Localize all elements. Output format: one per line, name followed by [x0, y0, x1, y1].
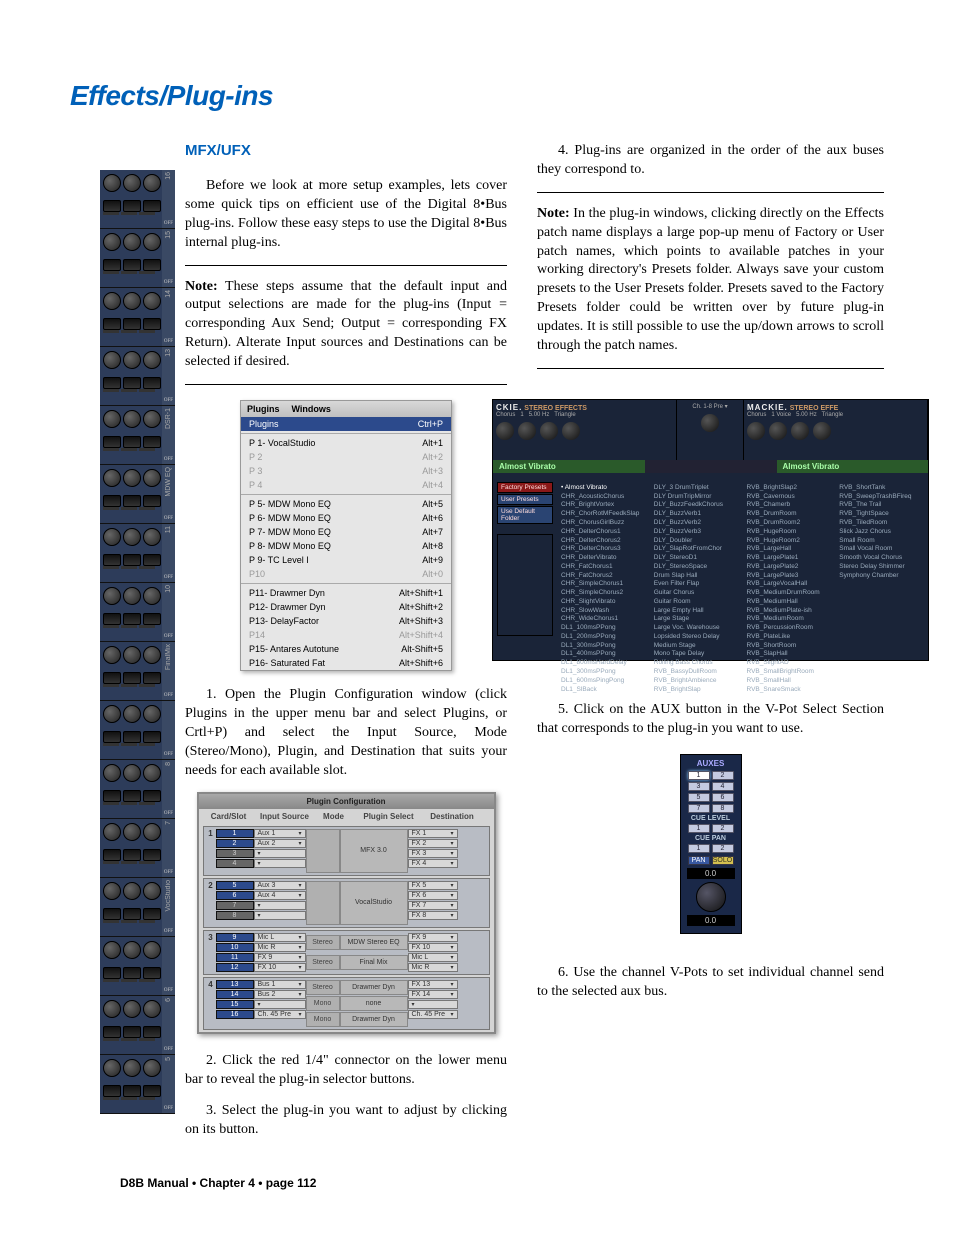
step-4: 4. Plug-ins are organized in the order o…: [537, 142, 884, 180]
right-column: 4. Plug-ins are organized in the order o…: [537, 142, 884, 1152]
mfx-ufx-heading: MFX/UFX: [185, 142, 507, 159]
left-column: MFX/UFX Before we look at more setup exa…: [185, 142, 507, 1152]
step-2: 2. Click the red 1/4" connector on the l…: [185, 1052, 507, 1090]
note-1: Note: These steps assume that the defaul…: [185, 278, 507, 372]
step-3: 3. Select the plug-in you want to adjust…: [185, 1102, 507, 1140]
fx-preset-figure: CKIE. STEREO EFFECTS Chorus 1 5.00 Hz Tr…: [492, 399, 929, 661]
step-6: 6. Use the channel V-Pots to set individ…: [537, 964, 884, 1002]
aux-panel-figure: AUXES 12 34 56 78 CUE LEVEL 12 CUE PAN 1…: [680, 754, 742, 934]
divider: [537, 368, 884, 369]
note-2: Note: In the plug-in windows, clicking d…: [537, 205, 884, 356]
step-5: 5. Click on the AUX button in the V-Pot …: [537, 701, 884, 739]
plugin-config-figure: Plugin Configuration Card/SlotInput Sour…: [197, 792, 496, 1034]
divider: [537, 192, 884, 193]
divider: [185, 384, 507, 385]
channel-strip: // build later via populate 16OFF 15OFF …: [100, 170, 175, 1110]
plugins-menu-figure: PluginsWindows PluginsCtrl+P P 1- VocalS…: [240, 400, 452, 671]
divider: [185, 265, 507, 266]
step-1: 1. Open the Plugin Configuration window …: [185, 686, 507, 780]
page-heading: Effects/Plug-ins: [70, 80, 884, 112]
page-footer: D8B Manual • Chapter 4 • page 112: [120, 1176, 316, 1190]
intro-text: Before we look at more setup examples, l…: [185, 177, 507, 253]
